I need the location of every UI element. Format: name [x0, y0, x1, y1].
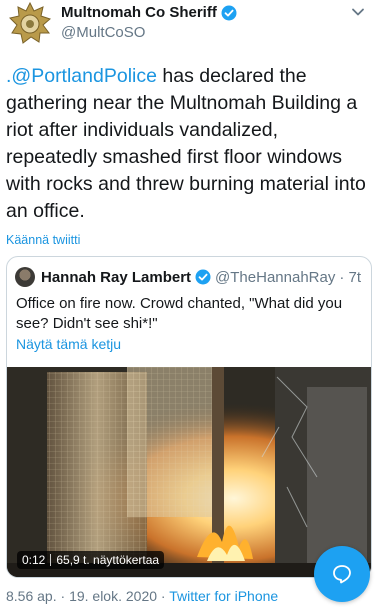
tweet-source-link[interactable]: Twitter for iPhone — [169, 588, 278, 604]
verified-badge-icon — [221, 5, 237, 21]
meta-separator: · — [56, 588, 70, 604]
account-name[interactable]: Multnomah Co Sheriff — [61, 3, 217, 22]
meta-separator: · — [157, 588, 170, 604]
video-player[interactable]: 0:12 65,9 t. näyttökertaa — [7, 367, 371, 577]
tweet-time: 8.56 ap. — [6, 588, 57, 604]
badge-divider — [50, 554, 52, 566]
quoted-avatar[interactable] — [15, 267, 35, 287]
account-name-row: Multnomah Co Sheriff — [61, 3, 237, 22]
compose-reply-button[interactable] — [314, 546, 370, 602]
account-handle[interactable]: @MultCoSO — [61, 23, 237, 43]
quoted-author-handle[interactable]: @TheHannahRay — [215, 269, 335, 286]
tweet-body: has declared the gathering near the Mult… — [6, 65, 366, 222]
tweet-header: Multnomah Co Sheriff @MultCoSO — [0, 0, 376, 50]
video-frame-image — [7, 367, 371, 577]
quoted-tweet-text: Office on fire now. Crowd chanted, "What… — [16, 295, 343, 332]
compose-reply-icon — [333, 565, 351, 584]
quoted-timestamp: · 7t — [339, 268, 362, 286]
show-thread-link[interactable]: Näytä tämä ketju — [16, 336, 121, 352]
tweet-date: 19. elok. 2020 — [69, 588, 158, 604]
translate-tweet-link[interactable]: Käännä twiitti — [6, 233, 80, 247]
quoted-author-name[interactable]: Hannah Ray Lambert — [41, 269, 191, 286]
sheriff-star-avatar[interactable] — [8, 2, 52, 46]
tweet-meta: 8.56 ap. · 19. elok. 2020 · Twitter for … — [6, 588, 278, 604]
sheriff-star-icon — [9, 2, 51, 44]
video-duration: 0:12 — [22, 553, 46, 567]
tweet-text: .@PortlandPolice has declared the gather… — [6, 63, 370, 225]
account-name-block: Multnomah Co Sheriff @MultCoSO — [61, 3, 237, 43]
chevron-down-icon[interactable] — [350, 4, 366, 20]
verified-badge-icon — [195, 269, 211, 285]
quoted-tweet-header: Hannah Ray Lambert @TheHannahRay · 7t — [15, 267, 361, 287]
video-info-badge: 0:12 65,9 t. näyttökertaa — [17, 551, 165, 569]
quoted-tweet-card[interactable]: Hannah Ray Lambert @TheHannahRay · 7t Of… — [6, 256, 372, 578]
mention-link[interactable]: .@PortlandPolice — [6, 65, 157, 87]
video-views: 65,9 t. näyttökertaa — [56, 553, 160, 567]
